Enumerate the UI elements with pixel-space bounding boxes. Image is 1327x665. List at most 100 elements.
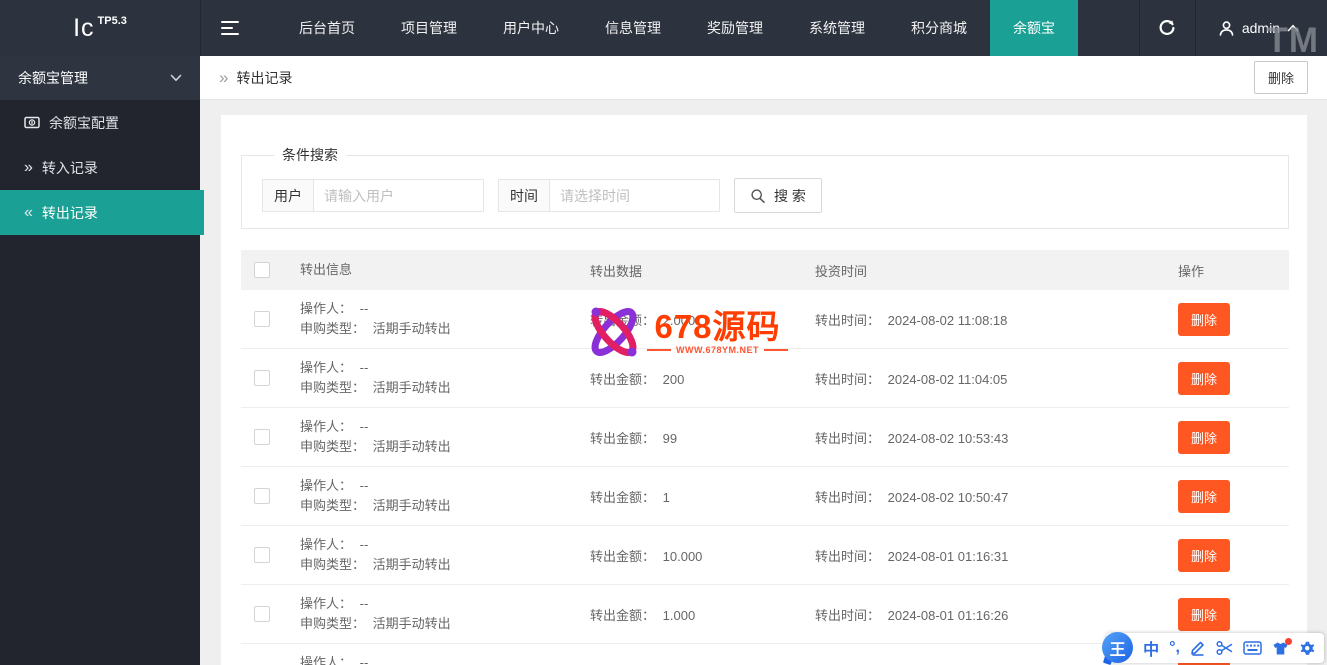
admin-menu[interactable]: admin <box>1194 0 1327 56</box>
nav-item-4[interactable]: 奖励管理 <box>684 0 786 56</box>
time-input[interactable] <box>550 179 720 212</box>
chevron-down-icon <box>170 74 182 82</box>
type-label: 申购类型： <box>300 439 366 454</box>
row-delete-button[interactable]: 删除 <box>1178 420 1231 454</box>
batch-delete-button[interactable]: 删除 <box>1253 61 1308 94</box>
row-checkbox[interactable] <box>254 547 270 563</box>
row-delete-button[interactable]: 删除 <box>1178 538 1231 572</box>
amount-value: 99 <box>662 430 678 446</box>
admin-username: admin <box>1241 20 1280 36</box>
app-logo[interactable]: Ic TP5.3 <box>0 0 200 56</box>
type-label: 申购类型： <box>300 321 366 336</box>
sidebar-item-label: 转出记录 <box>41 204 98 221</box>
time-label: 转出时间： <box>815 430 881 446</box>
operator-value: -- <box>359 655 369 665</box>
amount-label: 转出金额： <box>590 371 656 387</box>
nav-item-label: 积分商城 <box>911 20 967 36</box>
refresh-button[interactable] <box>1138 0 1195 56</box>
nav-item-label: 奖励管理 <box>707 20 763 36</box>
amount-value: 200 <box>662 371 685 387</box>
nav-item-6[interactable]: 积分商城 <box>888 0 990 56</box>
breadcrumb-arrow-icon: » <box>219 67 229 87</box>
menu-toggle-icon[interactable] <box>200 0 258 56</box>
user-icon <box>1219 20 1234 36</box>
time-value: 2024-08-02 11:04:05 <box>887 371 1008 387</box>
notification-dot <box>1285 637 1292 645</box>
type-value: 活期手动转出 <box>372 380 451 395</box>
type-label: 申购类型： <box>300 616 366 631</box>
time-value: 2024-08-02 10:50:47 <box>887 489 1009 505</box>
transfer-out-icon: « <box>24 203 33 221</box>
nav-item-3[interactable]: 信息管理 <box>582 0 684 56</box>
sidebar: 余额宝管理 余额宝配置 » 转入记录 « 转出记录 <box>0 56 204 665</box>
user-input[interactable] <box>314 179 484 212</box>
amount-value: 10.000 <box>662 548 703 564</box>
select-all-checkbox[interactable] <box>254 262 270 278</box>
nav-item-2[interactable]: 用户中心 <box>480 0 582 56</box>
row-checkbox[interactable] <box>254 311 270 327</box>
nav-item-label: 余额宝 <box>1013 20 1055 36</box>
nav-item-1[interactable]: 项目管理 <box>378 0 480 56</box>
row-delete-button[interactable]: 删除 <box>1178 302 1231 336</box>
amount-value: 2.000 <box>662 312 696 328</box>
nav-item-label: 用户中心 <box>503 20 559 36</box>
column-header-amount: 转出数据 <box>590 263 643 279</box>
row-checkbox[interactable] <box>254 429 270 445</box>
nav-item-label: 信息管理 <box>605 20 661 36</box>
settings-gear-icon[interactable] <box>1299 640 1315 656</box>
type-value: 活期手动转出 <box>372 557 451 572</box>
search-button[interactable]: 搜 索 <box>734 178 822 213</box>
type-value: 活期手动转出 <box>372 498 451 513</box>
main-nav: 后台首页 项目管理 用户中心 信息管理 奖励管理 系统管理 积分商城 余额宝 <box>276 0 1078 56</box>
type-label: 申购类型： <box>300 380 366 395</box>
type-value: 活期手动转出 <box>372 321 451 336</box>
user-filter-label: 用户 <box>262 179 314 212</box>
amount-label: 转出金额： <box>590 607 656 623</box>
type-value: 活期手动转出 <box>372 439 451 454</box>
table-row: 操作人： -- 申购类型： 活期手动转出 转出金额： 200 转出时间： 202… <box>241 349 1289 408</box>
search-panel: 条件搜索 用户 时间 搜 索 <box>241 145 1289 229</box>
ime-toolbar: 王 中 °, <box>1102 632 1324 663</box>
amount-label: 转出金额： <box>590 489 656 505</box>
table-body: 操作人： -- 申购类型： 活期手动转出 转出金额： 2.000 转出时间： 2… <box>241 290 1289 665</box>
sogou-logo-icon[interactable]: 王 <box>1102 632 1134 663</box>
search-legend: 条件搜索 <box>282 147 338 163</box>
chinese-mode-icon[interactable]: 中 <box>1143 636 1159 660</box>
operator-value: -- <box>359 537 369 552</box>
time-label: 转出时间： <box>815 489 881 505</box>
chevron-up-icon <box>1287 24 1299 32</box>
nav-item-5[interactable]: 系统管理 <box>786 0 888 56</box>
operator-value: -- <box>359 419 369 434</box>
column-header-info: 转出信息 <box>300 262 353 277</box>
operator-label: 操作人： <box>300 301 353 316</box>
skin-icon[interactable] <box>1272 637 1292 656</box>
nav-item-0[interactable]: 后台首页 <box>276 0 378 56</box>
row-checkbox[interactable] <box>254 606 270 622</box>
row-checkbox[interactable] <box>254 488 270 504</box>
sidebar-group-yuebao[interactable]: 余额宝管理 <box>0 56 200 100</box>
operator-label: 操作人： <box>300 537 353 552</box>
punctuation-icon[interactable]: °, <box>1169 639 1180 657</box>
row-delete-button[interactable]: 删除 <box>1178 479 1231 513</box>
handwriting-pen-icon[interactable] <box>1190 640 1206 656</box>
keyboard-icon[interactable] <box>1243 641 1262 655</box>
sidebar-item-transfer-in[interactable]: » 转入记录 <box>0 145 200 190</box>
row-checkbox[interactable] <box>254 370 270 386</box>
scissors-icon[interactable] <box>1216 640 1233 656</box>
operator-value: -- <box>359 478 369 493</box>
time-label: 转出时间： <box>815 607 881 623</box>
row-delete-button[interactable]: 删除 <box>1178 597 1231 631</box>
column-header-time: 投资时间 <box>815 263 868 279</box>
time-value: 2024-08-02 10:53:43 <box>887 430 1009 446</box>
nav-item-label: 系统管理 <box>809 20 865 36</box>
type-value: 活期手动转出 <box>372 616 451 631</box>
operator-label: 操作人： <box>300 419 353 434</box>
table-header: 转出信息 转出数据 投资时间 操作 <box>241 250 1289 290</box>
time-value: 2024-08-01 01:16:26 <box>887 607 1009 623</box>
row-delete-button[interactable]: 删除 <box>1178 361 1231 395</box>
nav-item-7[interactable]: 余额宝 <box>990 0 1078 56</box>
sidebar-item-transfer-out[interactable]: « 转出记录 <box>0 190 204 235</box>
table-row: 操作人： -- 申购类型： 活期手动转出 转出金额： 10.000 转出时间： … <box>241 526 1289 585</box>
type-label: 申购类型： <box>300 498 366 513</box>
sidebar-item-yuebao-config[interactable]: 余额宝配置 <box>0 100 200 145</box>
